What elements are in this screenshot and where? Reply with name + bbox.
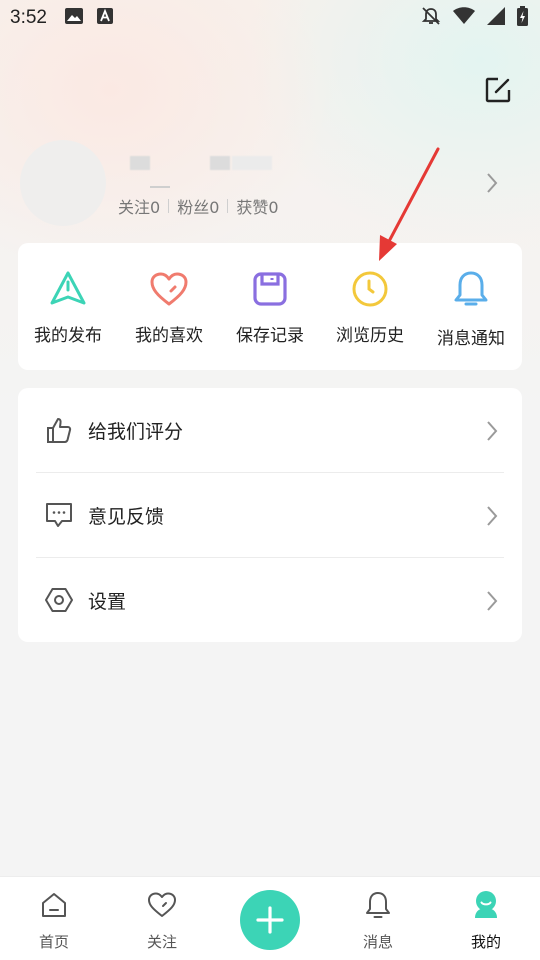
status-time: 3:52 [10, 7, 47, 28]
nav-mine-label: 我的 [470, 933, 501, 951]
saved-records-button[interactable]: 保存记录 [220, 269, 320, 346]
settings-label: 设置 [88, 590, 127, 613]
settings-row[interactable]: 设置 [18, 558, 522, 642]
plus-icon [256, 906, 284, 934]
my-likes-button[interactable]: 我的喜欢 [119, 269, 219, 346]
my-posts-label: 我的发布 [34, 326, 102, 346]
bell-outline-icon [338, 887, 418, 923]
battery-charging-icon [517, 6, 528, 30]
saved-records-label: 保存记录 [236, 326, 304, 346]
chevron-right-icon [486, 590, 498, 616]
rate-us-label: 给我们评分 [88, 420, 184, 443]
mute-bell-icon [421, 6, 441, 30]
edit-profile-button[interactable] [472, 68, 524, 112]
nav-follow-label: 关注 [146, 933, 177, 951]
profile-stats: 关注0 粉丝0 获赞0 [118, 194, 279, 218]
stat-divider [227, 199, 229, 213]
browse-history-label: 浏览历史 [336, 326, 404, 346]
create-post-button[interactable] [240, 890, 300, 950]
username-blurred-2 [210, 156, 230, 170]
followers-count[interactable]: 粉丝0 [177, 194, 219, 218]
rate-us-row[interactable]: 给我们评分 [18, 388, 522, 472]
save-icon [220, 269, 320, 309]
stat-divider [168, 199, 170, 213]
browse-history-button[interactable]: 浏览历史 [320, 269, 420, 346]
wifi-icon [453, 7, 475, 29]
nav-home[interactable]: 首页 [14, 887, 94, 952]
bell-icon [421, 269, 521, 309]
nav-home-label: 首页 [38, 933, 69, 951]
clock-icon [320, 269, 420, 309]
username-blurred-3 [232, 156, 272, 170]
annotation-arrow [379, 147, 440, 261]
my-posts-button[interactable]: 我的发布 [18, 269, 118, 346]
edit-icon [485, 77, 511, 103]
signal-icon [487, 7, 505, 29]
chevron-right-icon [486, 420, 498, 446]
nav-follow[interactable]: 关注 [122, 887, 202, 952]
menu-card: 给我们评分 意见反馈 设置 [18, 388, 522, 642]
notifications-button[interactable]: 消息通知 [421, 269, 521, 349]
feedback-label: 意见反馈 [88, 505, 165, 528]
status-bar: 3:52 [0, 0, 540, 36]
settings-hex-icon [44, 585, 74, 615]
feedback-row[interactable]: 意见反馈 [18, 473, 522, 557]
username-blurred [130, 156, 150, 170]
profile-icon [446, 887, 526, 923]
image-icon [64, 8, 83, 28]
nav-mine[interactable]: 我的 [446, 887, 526, 952]
avatar[interactable] [20, 140, 106, 226]
likes-count[interactable]: 获赞0 [236, 194, 278, 218]
heart-icon [119, 269, 219, 309]
a-letter-icon [96, 8, 113, 28]
bottom-nav: 首页 关注 消息 我的 [0, 876, 540, 960]
nav-messages[interactable]: 消息 [338, 887, 418, 952]
username-underline [150, 186, 170, 188]
chevron-right-icon [486, 505, 498, 531]
nav-messages-label: 消息 [362, 933, 393, 951]
notifications-label: 消息通知 [437, 329, 505, 349]
quick-actions-card: 我的发布 我的喜欢 保存记录 浏览历史 消息通知 [18, 243, 522, 370]
home-icon [14, 887, 94, 923]
thumbs-up-icon [44, 415, 74, 445]
heart-outline-icon [122, 887, 202, 923]
following-count[interactable]: 关注0 [118, 194, 160, 218]
profile-chevron-right-icon[interactable] [484, 170, 500, 200]
paper-plane-icon [18, 269, 118, 309]
my-likes-label: 我的喜欢 [135, 326, 203, 346]
feedback-icon [44, 500, 74, 530]
